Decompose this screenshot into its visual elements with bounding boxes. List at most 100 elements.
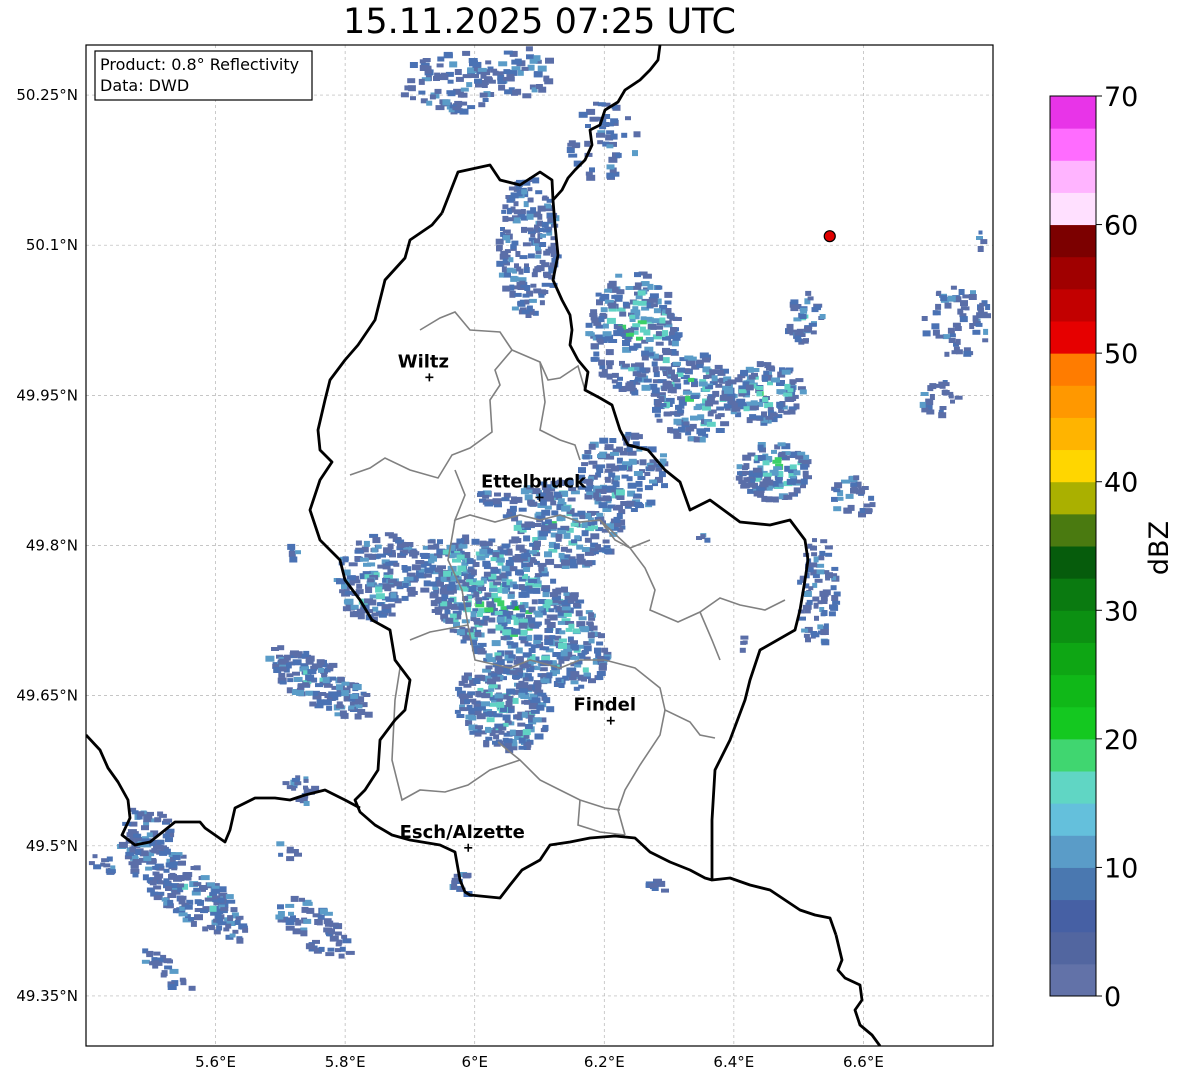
echo-cell xyxy=(483,740,490,746)
echo-cell xyxy=(135,849,142,855)
echo-cell xyxy=(688,377,695,382)
echo-cell xyxy=(518,692,526,698)
echo-cell xyxy=(594,647,601,654)
echo-cell xyxy=(442,99,451,106)
echo-cell xyxy=(602,539,610,544)
echo-cell xyxy=(949,333,956,338)
echo-cell xyxy=(335,704,344,709)
echo-cell xyxy=(184,904,193,910)
echo-cell xyxy=(593,492,600,499)
echo-cell xyxy=(518,507,527,512)
echo-cell xyxy=(464,699,470,705)
echo-cell xyxy=(800,307,808,314)
echo-cell xyxy=(448,598,455,602)
echo-cell xyxy=(484,607,494,613)
echo-cell xyxy=(756,415,764,420)
echo-cell xyxy=(588,443,596,450)
echo-cell xyxy=(557,530,567,534)
echo-cell xyxy=(532,177,540,184)
echo-cell xyxy=(651,387,660,394)
echo-cell xyxy=(583,645,592,652)
lat-tick-label: 49.95°N xyxy=(16,386,78,404)
echo-cell xyxy=(655,285,663,290)
echo-cell xyxy=(769,412,778,417)
echo-cell xyxy=(663,412,670,417)
echo-cell xyxy=(649,479,657,484)
echo-cell xyxy=(830,585,837,591)
echo-cell xyxy=(810,545,817,551)
echo-cell xyxy=(606,144,614,149)
echo-cell xyxy=(777,403,784,409)
echo-cell xyxy=(921,316,928,321)
echo-cell xyxy=(626,476,633,482)
echo-cell xyxy=(590,625,598,631)
echo-cell xyxy=(458,544,468,549)
echo-cell xyxy=(282,781,290,786)
echo-cell xyxy=(637,373,647,378)
echo-cell xyxy=(521,700,531,705)
colorbar-segment xyxy=(1050,224,1096,258)
echo-cell xyxy=(802,459,812,465)
echo-cell xyxy=(762,397,769,403)
echo-cell xyxy=(831,496,838,502)
echo-cell xyxy=(288,911,294,916)
echo-cell xyxy=(364,553,373,558)
echo-cell xyxy=(813,556,819,563)
echo-cell xyxy=(980,239,988,245)
echo-cell xyxy=(539,667,548,672)
lat-tick-label: 49.5°N xyxy=(26,837,78,855)
echo-cell xyxy=(153,895,163,901)
colorbar-segment xyxy=(1050,674,1096,708)
echo-cell xyxy=(811,632,820,638)
echo-cell xyxy=(519,548,527,553)
echo-cell xyxy=(724,387,733,394)
echo-cell xyxy=(812,574,820,579)
echo-cell xyxy=(482,494,490,499)
echo-cell xyxy=(475,580,484,586)
echo-cell xyxy=(555,536,562,542)
echo-cell xyxy=(541,282,550,287)
echo-cell xyxy=(714,370,724,374)
echo-cell xyxy=(606,463,616,469)
echo-cell xyxy=(154,817,162,823)
colorbar-segment xyxy=(1050,128,1096,161)
echo-cell xyxy=(781,369,791,375)
echo-cell xyxy=(628,327,635,333)
echo-cell xyxy=(512,584,519,590)
echo-cell xyxy=(509,505,517,512)
echo-cell xyxy=(698,430,706,436)
echo-cell xyxy=(411,554,418,559)
echo-cell xyxy=(473,678,481,684)
echo-cell xyxy=(950,285,957,290)
echo-cell xyxy=(578,616,587,621)
colorbar-tick-label: 0 xyxy=(1104,982,1121,1013)
echo-cell xyxy=(545,57,554,64)
echo-cell xyxy=(596,641,604,646)
echo-cell xyxy=(561,606,571,611)
echo-cell xyxy=(429,94,436,100)
echo-cell xyxy=(522,93,532,99)
echo-cell xyxy=(811,552,818,557)
echo-cell xyxy=(539,259,546,264)
echo-cell xyxy=(485,665,493,670)
echo-cell xyxy=(410,96,416,101)
lat-tick-label: 49.65°N xyxy=(16,687,78,705)
colorbar-segment xyxy=(1050,963,1096,997)
echo-cell xyxy=(958,289,965,295)
echo-cell xyxy=(803,633,810,638)
echo-cell xyxy=(558,683,565,688)
info-box: Product: 0.8° Reflectivity Data: DWD xyxy=(94,50,313,101)
echo-cell xyxy=(833,506,842,512)
echo-cell xyxy=(743,406,750,412)
lat-tick-label: 49.8°N xyxy=(26,537,78,555)
echo-cell xyxy=(216,925,223,931)
echo-cell xyxy=(633,434,643,440)
echo-cell xyxy=(226,899,236,904)
echo-cell xyxy=(579,515,586,520)
echo-cell xyxy=(265,655,275,662)
echo-cell xyxy=(138,811,145,817)
echo-cell xyxy=(517,300,526,307)
echo-cell xyxy=(552,652,562,657)
echo-cell xyxy=(541,655,551,661)
echo-cell xyxy=(661,888,669,893)
